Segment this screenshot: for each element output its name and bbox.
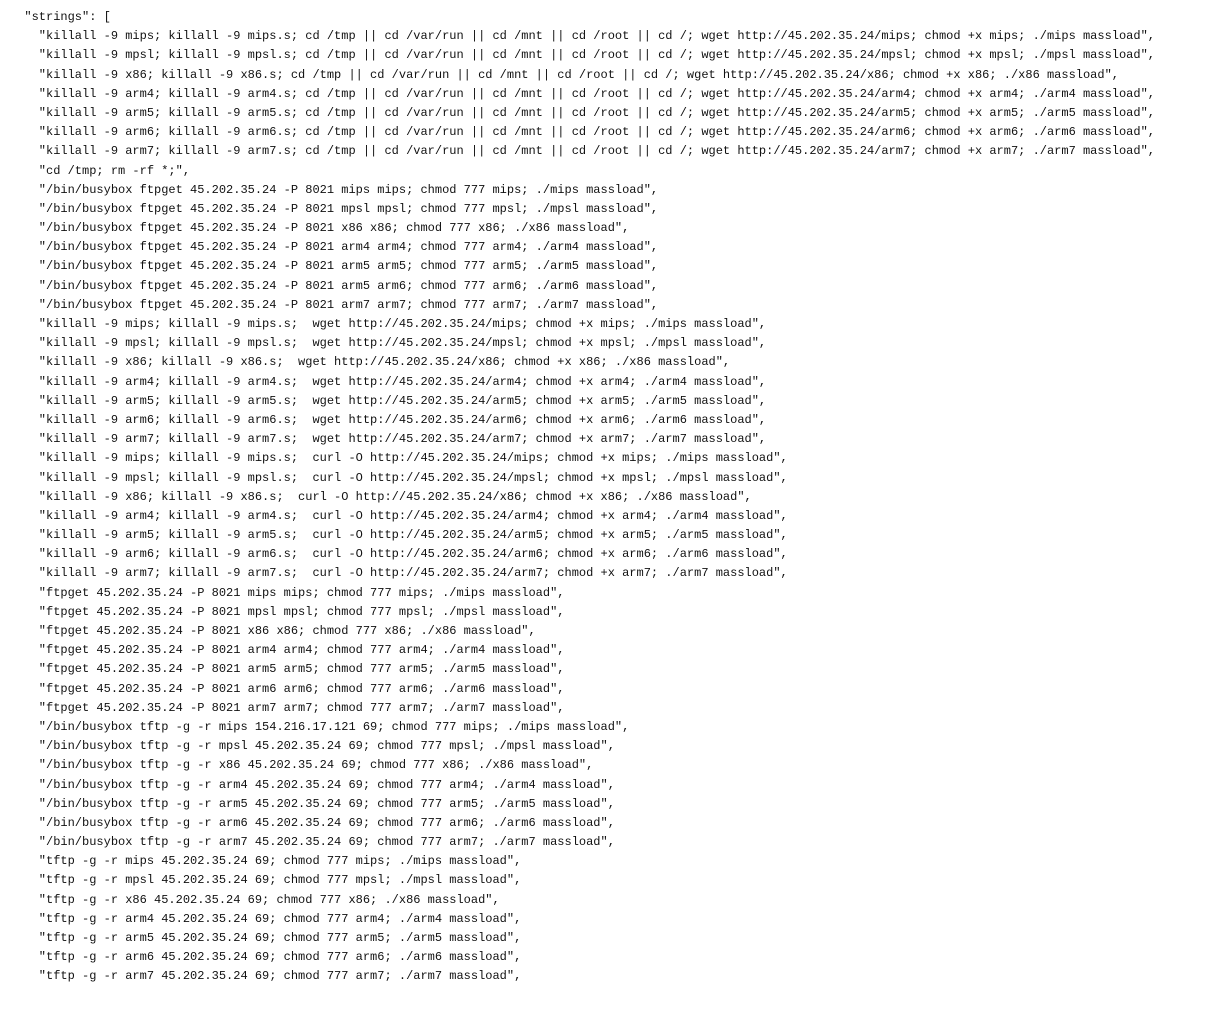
json-code-block: "strings": [ "killall -9 mips; killall -… (0, 0, 1224, 1027)
